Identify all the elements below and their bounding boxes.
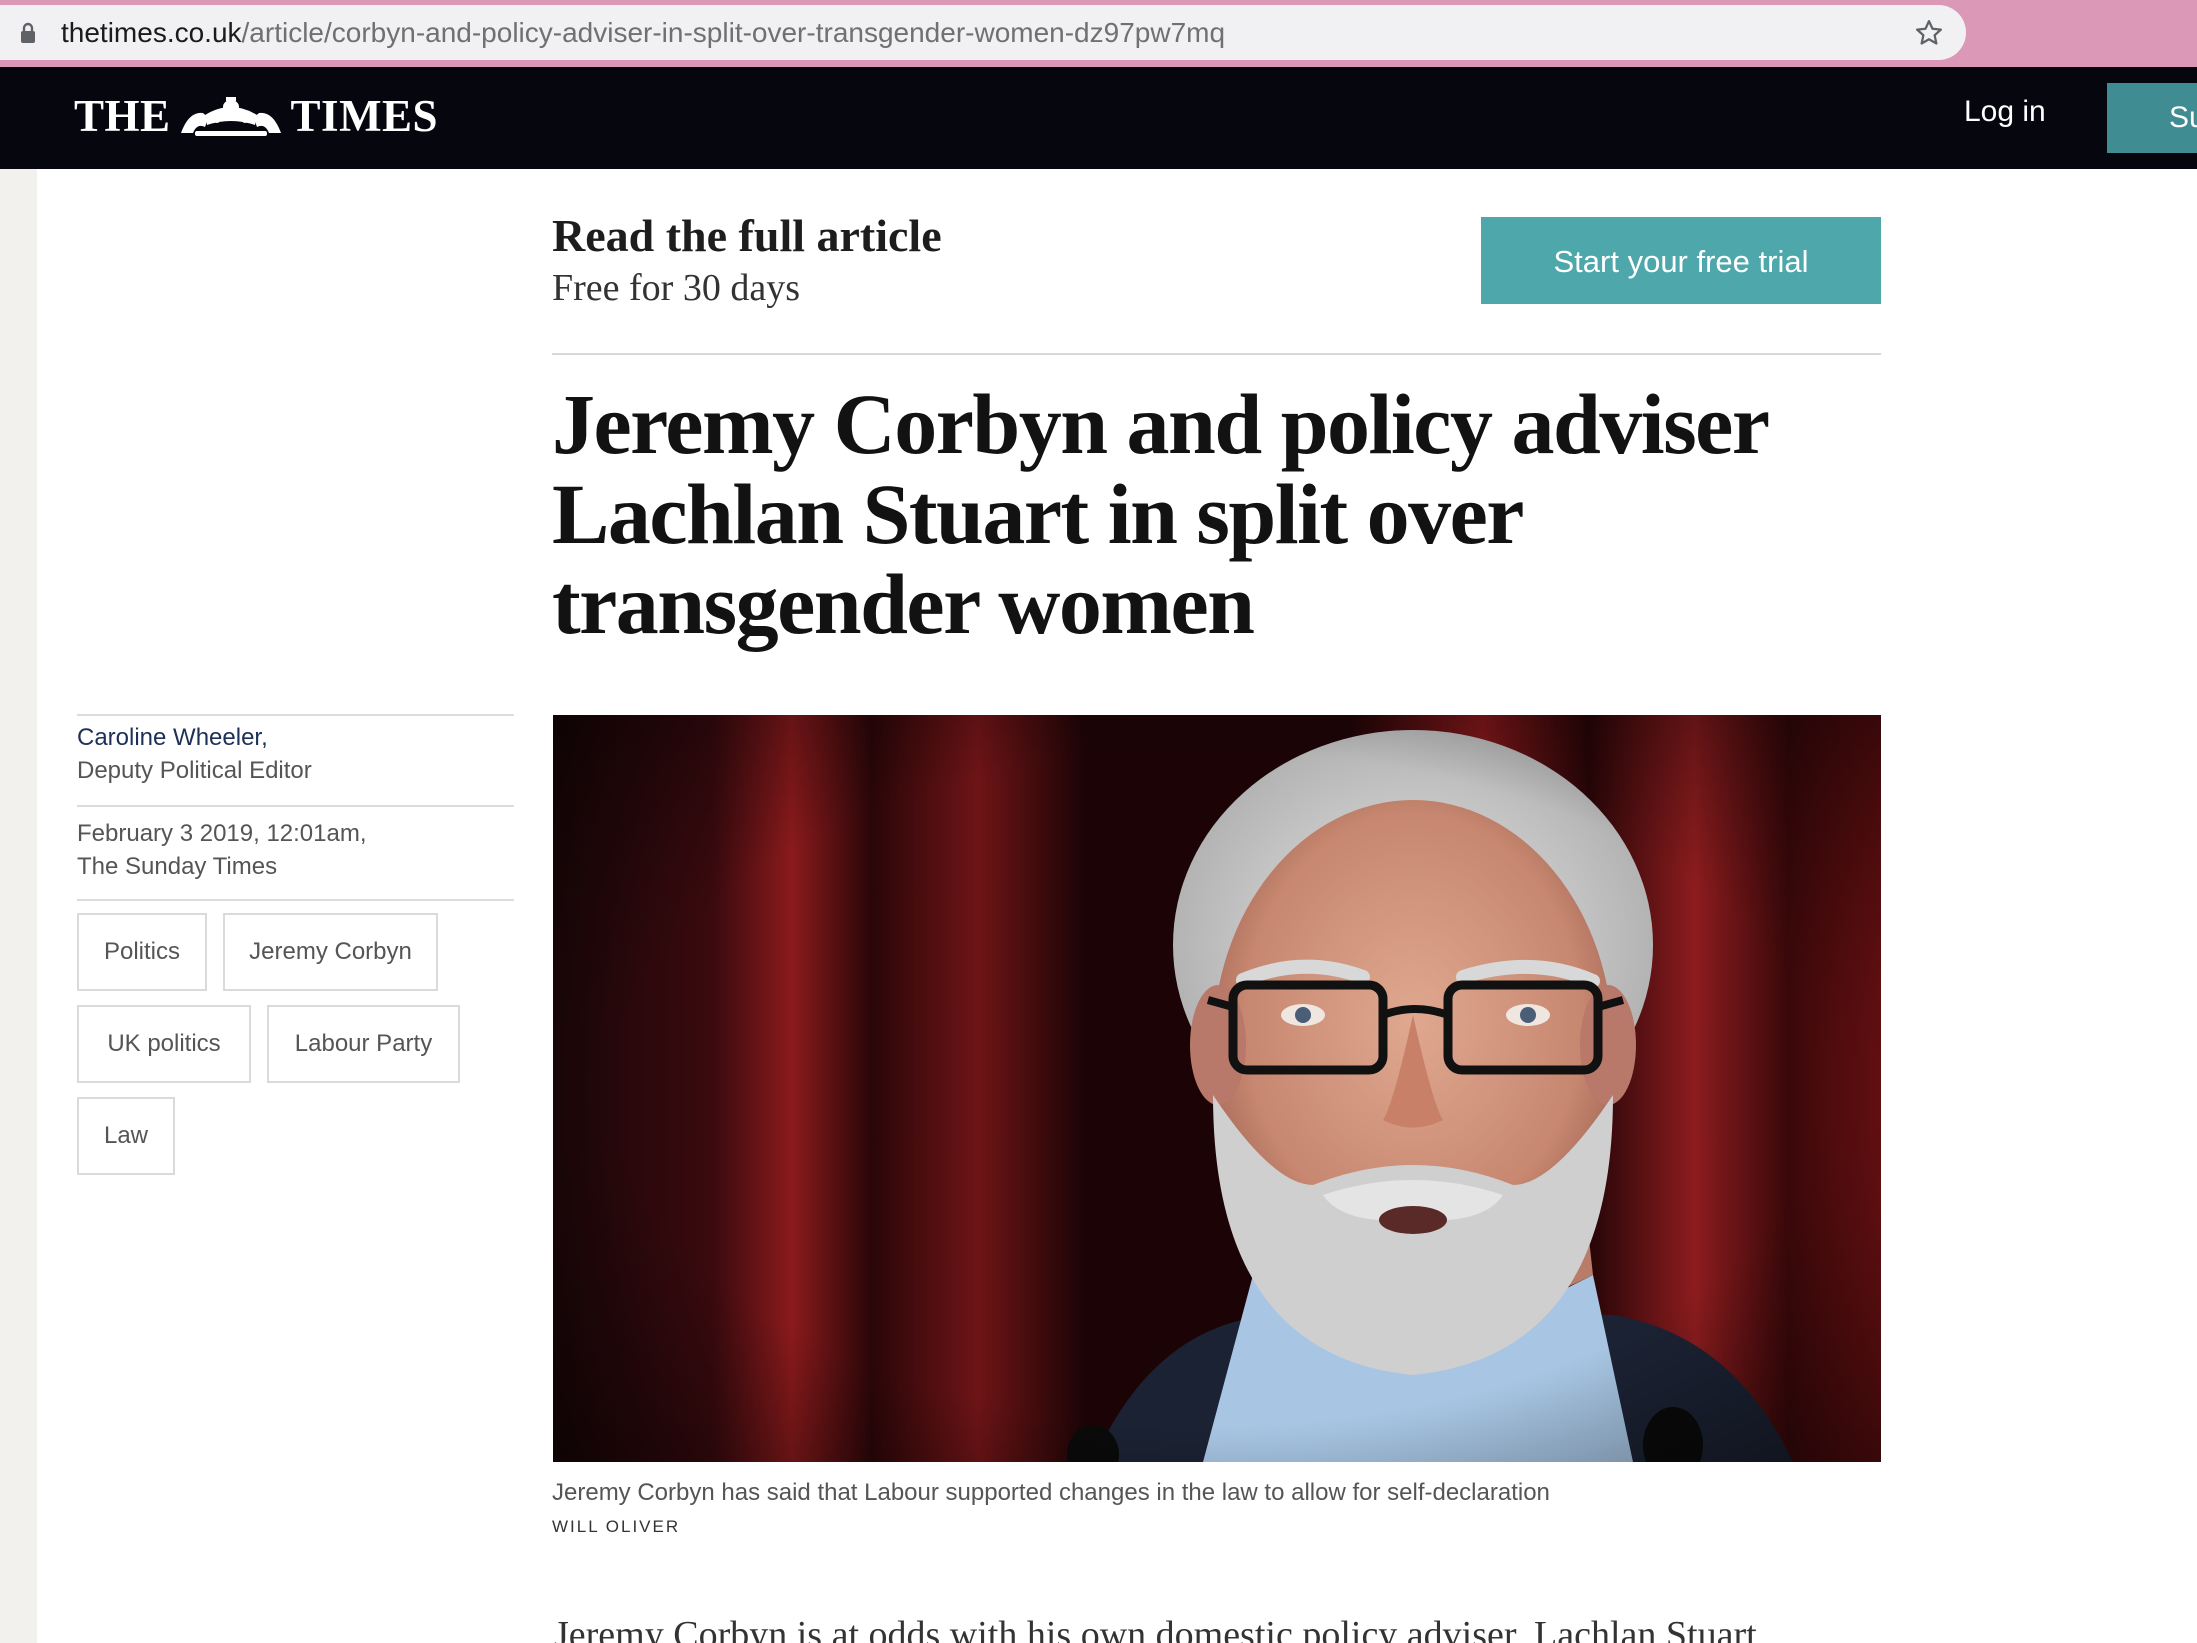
logo-text-the: THE (74, 91, 171, 141)
tag-law[interactable]: Law (77, 1097, 175, 1175)
tag-jeremy-corbyn[interactable]: Jeremy Corbyn (223, 913, 438, 991)
lock-icon (21, 22, 35, 43)
url-text[interactable]: thetimes.co.uk/article/corbyn-and-policy… (61, 5, 1225, 60)
tag-uk-politics[interactable]: UK politics (77, 1005, 251, 1083)
divider (77, 714, 514, 716)
image-caption: Jeremy Corbyn has said that Labour suppo… (552, 1479, 1550, 1506)
divider (77, 805, 514, 807)
subscribe-button[interactable]: Su (2107, 83, 2197, 153)
article-body-paragraph: Jeremy Corbyn is at odds with his own do… (554, 1614, 1757, 1643)
paywall-title: Read the full article (552, 210, 942, 261)
start-free-trial-button[interactable]: Start your free trial (1481, 217, 1881, 304)
publication-name: The Sunday Times (77, 853, 278, 880)
url-domain: thetimes.co.uk (61, 17, 242, 48)
image-credit: WILL OLIVER (552, 1517, 681, 1536)
article-page: Read the full article Free for 30 days S… (37, 169, 2197, 1643)
crest-icon (180, 97, 281, 136)
paywall-subtitle: Free for 30 days (552, 267, 800, 309)
author-name[interactable]: Caroline Wheeler, (77, 724, 268, 752)
browser-chrome: thetimes.co.uk/article/corbyn-and-policy… (0, 0, 2197, 67)
tag-labour-party[interactable]: Labour Party (267, 1005, 460, 1083)
address-bar[interactable]: thetimes.co.uk/article/corbyn-and-policy… (0, 5, 1966, 60)
site-header: THE TIMES Log in Su (0, 67, 2197, 169)
publish-date: February 3 2019, 12:01am, (77, 820, 367, 847)
tag-politics[interactable]: Politics (77, 913, 207, 991)
logo-text-times: TIMES (290, 91, 439, 141)
article-photo[interactable] (553, 715, 1881, 1462)
login-link[interactable]: Log in (1964, 95, 2046, 129)
article-headline: Jeremy Corbyn and policy adviser Lachlan… (552, 376, 1768, 652)
star-icon[interactable] (1914, 18, 1944, 48)
author-role: Deputy Political Editor (77, 757, 312, 784)
divider (552, 353, 1881, 355)
times-logo[interactable]: THE TIMES (74, 91, 438, 141)
url-path: /article/corbyn-and-policy-adviser-in-sp… (241, 17, 1226, 48)
divider (77, 899, 514, 901)
